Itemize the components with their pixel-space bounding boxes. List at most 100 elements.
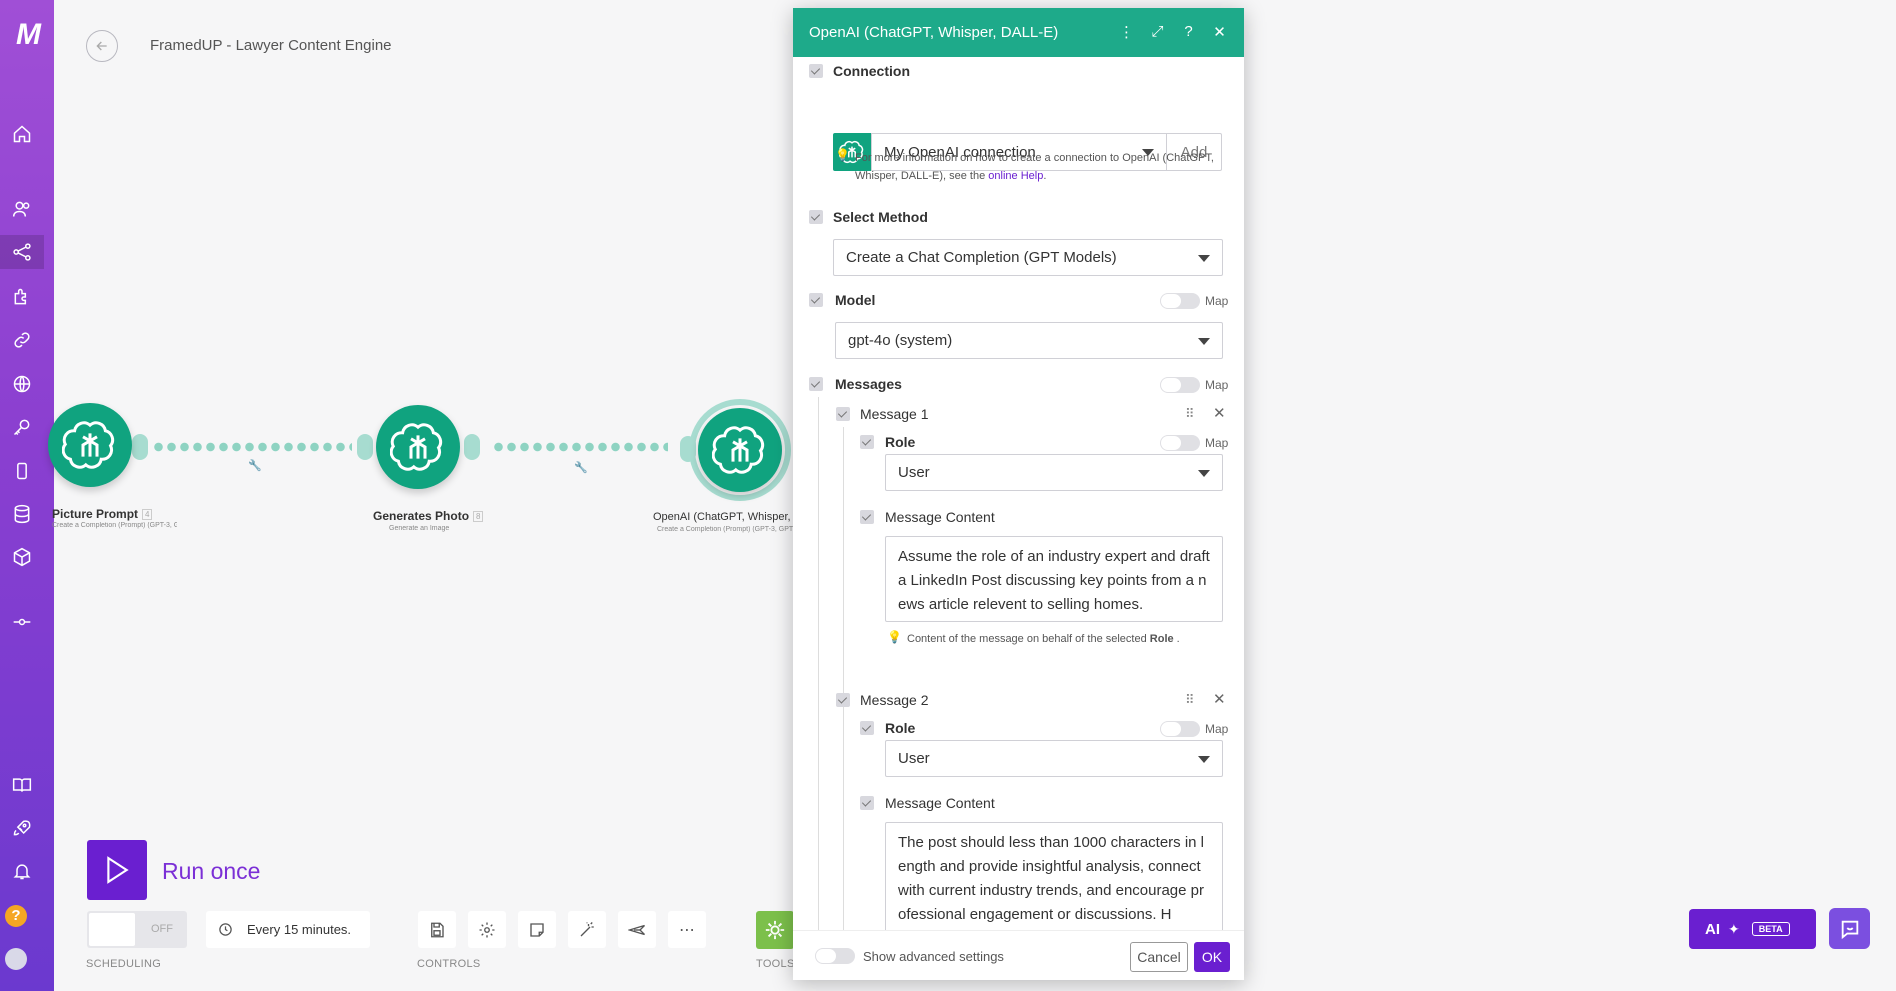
more-vertical-icon[interactable]: ⋮ bbox=[1118, 23, 1135, 41]
tree-line bbox=[818, 397, 819, 930]
tools-button[interactable] bbox=[756, 911, 794, 949]
wrench-icon[interactable]: 🔧 bbox=[248, 459, 262, 472]
keys-icon[interactable] bbox=[0, 410, 44, 444]
ok-button[interactable]: OK bbox=[1194, 942, 1230, 972]
scenarios-icon[interactable] bbox=[0, 235, 44, 269]
ai-assistant-button[interactable]: AI ✦ BETA bbox=[1689, 909, 1816, 949]
message-2-collapse-checkbox[interactable] bbox=[836, 693, 850, 707]
chevron-down-icon bbox=[1198, 255, 1210, 262]
docs-icon[interactable] bbox=[0, 768, 44, 802]
content-collapse-checkbox[interactable] bbox=[860, 796, 874, 810]
datastructures-icon[interactable] bbox=[0, 540, 44, 574]
schedule-button[interactable]: Every 15 minutes. bbox=[206, 911, 370, 948]
dialog-body: Connection My OpenAI connection Add 💡 Fo… bbox=[793, 57, 1244, 930]
drag-handle-icon[interactable]: ⠿ bbox=[1185, 692, 1195, 708]
messages-collapse-checkbox[interactable] bbox=[809, 377, 823, 391]
role-select[interactable]: User bbox=[885, 454, 1223, 491]
model-collapse-checkbox[interactable] bbox=[809, 293, 823, 307]
message-1-content-textarea[interactable]: Assume the role of an industry expert an… bbox=[885, 536, 1223, 622]
home-icon[interactable] bbox=[0, 117, 44, 151]
toggle-switch bbox=[1160, 721, 1200, 737]
ai-label: AI bbox=[1705, 920, 1720, 938]
notes-button[interactable] bbox=[518, 911, 556, 948]
role-map-toggle[interactable]: Map bbox=[1160, 435, 1228, 451]
templates-icon[interactable] bbox=[0, 280, 44, 314]
make-logo[interactable]: M bbox=[0, 18, 54, 58]
messages-map-toggle[interactable]: Map bbox=[1160, 377, 1228, 393]
help-icon[interactable]: ? bbox=[5, 905, 27, 927]
node-openai-chat[interactable] bbox=[698, 408, 782, 492]
lightbulb-icon: 💡 bbox=[887, 630, 902, 644]
dialog-title: OpenAI (ChatGPT, Whisper, DALL-E) bbox=[809, 24, 1059, 41]
route-connector[interactable] bbox=[492, 442, 668, 452]
content-collapse-checkbox[interactable] bbox=[860, 510, 874, 524]
expand-icon[interactable]: ⤢ bbox=[1149, 23, 1166, 40]
webhooks-icon[interactable] bbox=[0, 367, 44, 401]
beta-badge: BETA bbox=[1751, 922, 1790, 936]
message-1-collapse-checkbox[interactable] bbox=[836, 407, 850, 421]
chevron-down-icon bbox=[1198, 756, 1210, 763]
run-once-button[interactable] bbox=[87, 840, 147, 900]
message-2-content-textarea[interactable]: The post should less than 1000 character… bbox=[885, 822, 1223, 930]
model-map-toggle[interactable]: Map bbox=[1160, 293, 1228, 309]
close-icon[interactable]: ✕ bbox=[1211, 23, 1228, 41]
node-picture-prompt[interactable] bbox=[48, 403, 132, 487]
model-select[interactable]: gpt-4o (system) bbox=[835, 322, 1223, 359]
save-button[interactable] bbox=[418, 911, 456, 948]
devices-icon[interactable] bbox=[0, 454, 44, 488]
role-collapse-checkbox[interactable] bbox=[860, 435, 874, 449]
online-help-link[interactable]: online Help bbox=[988, 170, 1043, 182]
node-sublabel: Create a Completion (Prompt) (GPT-3, GPT… bbox=[52, 522, 177, 529]
auto-align-button[interactable] bbox=[568, 911, 606, 948]
settings-button[interactable] bbox=[468, 911, 506, 948]
help-icon[interactable]: ? bbox=[1180, 23, 1197, 40]
message-2-label: Message 2 bbox=[860, 692, 929, 708]
back-button[interactable] bbox=[86, 30, 118, 62]
tree-line bbox=[843, 713, 844, 930]
sparkle-icon: ✦ bbox=[1728, 920, 1740, 937]
more-button[interactable]: ⋯ bbox=[668, 911, 706, 948]
node-label: Generates Photo 8 bbox=[373, 509, 484, 523]
advanced-settings-toggle[interactable]: Show advanced settings bbox=[815, 948, 1004, 964]
advanced-settings-label: Show advanced settings bbox=[863, 948, 1004, 964]
dialog-header: OpenAI (ChatGPT, Whisper, DALL-E) ⋮ ⤢ ? … bbox=[793, 8, 1244, 57]
toggle-switch bbox=[1160, 377, 1200, 393]
airplane-icon bbox=[628, 924, 645, 935]
user-avatar[interactable] bbox=[5, 948, 27, 970]
role-collapse-checkbox[interactable] bbox=[860, 721, 874, 735]
cancel-button[interactable]: Cancel bbox=[1130, 942, 1188, 972]
notifications-icon[interactable] bbox=[0, 854, 44, 888]
node-connector bbox=[357, 434, 373, 460]
gear-icon bbox=[479, 922, 495, 937]
node-generates-photo[interactable] bbox=[376, 405, 460, 489]
connection-collapse-checkbox[interactable] bbox=[809, 64, 823, 78]
datastores-icon[interactable] bbox=[0, 497, 44, 531]
remove-message-1-icon[interactable]: ✕ bbox=[1213, 404, 1226, 422]
tools-label: TOOLS bbox=[756, 958, 795, 970]
launch-icon[interactable] bbox=[0, 811, 44, 845]
toggle-text: OFF bbox=[151, 923, 173, 935]
drag-handle-icon[interactable]: ⠿ bbox=[1185, 406, 1195, 422]
method-select[interactable]: Create a Chat Completion (GPT Models) bbox=[833, 239, 1223, 276]
remove-message-2-icon[interactable]: ✕ bbox=[1213, 690, 1226, 708]
explain-flow-button[interactable] bbox=[618, 911, 656, 948]
flows-icon[interactable] bbox=[0, 605, 44, 639]
method-collapse-checkbox[interactable] bbox=[809, 210, 823, 224]
node-connector bbox=[464, 434, 480, 460]
role-select[interactable]: User bbox=[885, 740, 1223, 777]
connections-icon[interactable] bbox=[0, 323, 44, 357]
connection-label: Connection bbox=[833, 63, 910, 79]
toggle-switch bbox=[815, 948, 855, 964]
run-once-label[interactable]: Run once bbox=[162, 858, 260, 885]
content-hint: Content of the message on behalf of the … bbox=[907, 633, 1180, 645]
toggle-switch bbox=[1160, 293, 1200, 309]
role-map-toggle[interactable]: Map bbox=[1160, 721, 1228, 737]
team-icon[interactable] bbox=[0, 192, 44, 226]
wrench-icon[interactable]: 🔧 bbox=[574, 461, 588, 474]
scenario-title[interactable]: FramedUP - Lawyer Content Engine bbox=[150, 37, 392, 54]
toggle-knob bbox=[89, 913, 135, 946]
support-chat-button[interactable] bbox=[1829, 908, 1870, 949]
select-method-label: Select Method bbox=[833, 209, 928, 225]
scheduling-toggle[interactable]: OFF bbox=[87, 911, 187, 948]
route-connector[interactable] bbox=[152, 442, 352, 452]
